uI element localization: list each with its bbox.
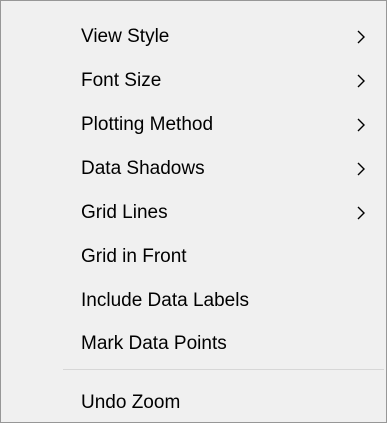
menu-item-font-size[interactable]: Font Size [3,62,384,100]
chevron-right-icon [354,27,368,47]
menu-item-mark-data-points[interactable]: Mark Data Points [3,325,384,363]
menu-item-label: Plotting Method [81,114,214,135]
menu-item-label: Include Data Labels [81,290,249,311]
chevron-right-icon [354,159,368,179]
menu-item-grid-lines[interactable]: Grid Lines [3,194,384,232]
chevron-right-icon [354,71,368,91]
menu-separator [63,369,384,370]
menu-item-label: Data Shadows [81,158,205,179]
menu-item-label: Undo Zoom [81,392,181,413]
menu-item-grid-in-front[interactable]: Grid in Front [3,238,384,276]
menu-item-label: Font Size [81,70,162,91]
chevron-right-icon [354,203,368,223]
menu-item-label: Mark Data Points [81,333,227,354]
menu-item-undo-zoom[interactable]: Undo Zoom [3,384,384,422]
menu-item-include-data-labels[interactable]: Include Data Labels [3,282,384,320]
context-menu: View Style Font Size Plotting Method Dat… [0,0,387,423]
menu-item-label: Grid in Front [81,246,187,267]
menu-item-label: Grid Lines [81,202,168,223]
menu-item-plotting-method[interactable]: Plotting Method [3,106,384,144]
menu-item-view-style[interactable]: View Style [3,18,384,56]
menu-item-label: View Style [81,26,170,47]
menu-item-data-shadows[interactable]: Data Shadows [3,150,384,188]
chevron-right-icon [354,115,368,135]
